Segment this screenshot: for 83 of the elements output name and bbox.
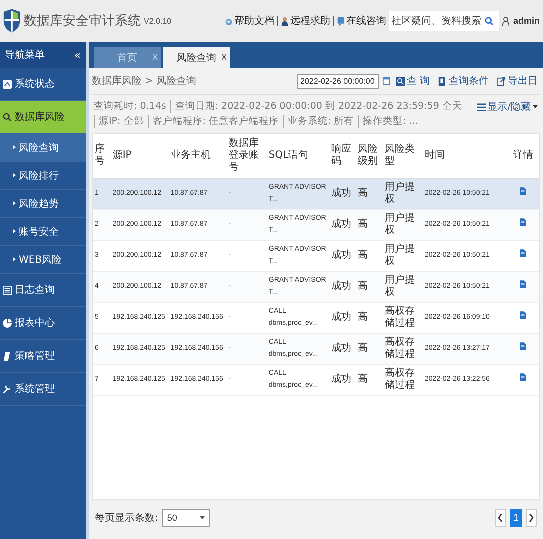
date-field[interactable]: 2022-02-26 00:00:00 bbox=[296, 74, 379, 88]
filter-summary: 查询耗时: 0.14s bbox=[94, 100, 168, 113]
table-cell-text: 成功 bbox=[331, 188, 352, 200]
triangle-icon bbox=[13, 229, 16, 234]
table-cell-text: 高 bbox=[358, 343, 370, 355]
page-size-select[interactable]: 50 bbox=[162, 509, 210, 527]
filter-summary: 客户端程序: 任意客户端程序 bbox=[148, 115, 283, 128]
sidebar-title: 导航菜单 bbox=[5, 48, 45, 62]
table-cell-text: 成功 bbox=[331, 343, 352, 355]
chevron-left-icon bbox=[498, 514, 504, 522]
caret-icon bbox=[200, 516, 206, 520]
table-cell-text: 高权存储过程 bbox=[384, 306, 416, 330]
triangle-icon bbox=[13, 145, 16, 150]
user-icon bbox=[502, 16, 510, 26]
list-icon bbox=[3, 286, 12, 294]
search-icon bbox=[396, 76, 405, 86]
filter-summary: 操作类型: ... bbox=[358, 115, 423, 128]
table-cell-text: 高 bbox=[358, 281, 370, 293]
table-cell-text: 成功 bbox=[331, 250, 352, 262]
column-toggle-button[interactable]: 显示/隐藏 bbox=[476, 100, 538, 114]
username[interactable]: admin bbox=[513, 16, 540, 26]
column-header[interactable]: 详情 bbox=[510, 150, 537, 162]
search-icon bbox=[3, 112, 12, 122]
table-cell-text: 用户提权 bbox=[384, 275, 416, 299]
next-page-button[interactable] bbox=[526, 509, 537, 527]
table-cell-text: 成功 bbox=[331, 312, 352, 324]
search-icon[interactable] bbox=[485, 16, 494, 26]
submenu-item[interactable]: 风险查询 bbox=[0, 134, 86, 162]
header-link[interactable]: 帮助文档 bbox=[225, 14, 274, 28]
table-cell-text: 高权存储过程 bbox=[384, 368, 416, 392]
page-size-label: 每页显示条数: bbox=[95, 512, 158, 525]
tab[interactable]: 风险查询 X bbox=[163, 47, 230, 68]
collapse-toggle[interactable]: « bbox=[74, 48, 81, 62]
search-field[interactable]: 社区疑问、资料搜索 bbox=[389, 11, 500, 31]
person-icon bbox=[281, 16, 290, 26]
column-header[interactable]: 数据库登录账号 bbox=[228, 138, 265, 174]
column-header[interactable]: 源IP bbox=[112, 150, 167, 162]
page-button[interactable]: 1 bbox=[510, 509, 522, 527]
column-header[interactable]: 风险类型 bbox=[384, 144, 421, 168]
toolbar-button[interactable]: 查询条件 bbox=[436, 74, 491, 88]
table-cell-text: 用户提权 bbox=[384, 182, 416, 206]
table-cell-text: 高权存储过程 bbox=[384, 337, 416, 361]
column-header[interactable]: 时间 bbox=[424, 150, 506, 162]
column-header[interactable]: 业务主机 bbox=[170, 150, 225, 162]
calendar-icon[interactable] bbox=[382, 76, 390, 86]
table-cell-text: 高 bbox=[358, 312, 370, 324]
column-header[interactable]: SQL语句 bbox=[268, 150, 328, 162]
export-icon bbox=[497, 76, 506, 86]
previous-page-button[interactable] bbox=[495, 509, 506, 527]
close-icon[interactable]: X bbox=[222, 53, 227, 62]
caret-icon bbox=[533, 105, 538, 109]
header-link[interactable]: 远程求助 bbox=[281, 14, 330, 28]
wrench-icon bbox=[3, 384, 12, 394]
table-cell-text: 成功 bbox=[331, 374, 352, 386]
column-header[interactable]: 序号 bbox=[95, 144, 109, 168]
table-cell-text: 高 bbox=[358, 250, 370, 262]
column-header[interactable]: 响应码 bbox=[331, 144, 354, 168]
shield-logo-icon bbox=[3, 8, 21, 34]
header-link[interactable]: 在线咨询 bbox=[337, 14, 386, 28]
filter-summary: 查询日期: 2022-02-26 00:00:00 到 2022-02-26 23:59:59 全天 bbox=[170, 100, 466, 113]
table-cell-text: 高 bbox=[358, 188, 370, 200]
breadcrumb: 数据库风险 > 风险查询 bbox=[92, 74, 197, 88]
table-cell-text: 成功 bbox=[331, 281, 352, 293]
version-label: V2.0.10 bbox=[144, 16, 172, 26]
triangle-icon bbox=[13, 173, 16, 178]
toolbar-button[interactable]: 导出日 bbox=[495, 74, 540, 88]
chat-icon bbox=[337, 16, 346, 26]
app-title: 数据库安全审计系统 bbox=[24, 13, 141, 30]
table-cell-text: 高 bbox=[358, 374, 370, 386]
triangle-icon bbox=[13, 201, 16, 206]
toolbar-button[interactable]: 查 询 bbox=[394, 74, 432, 88]
triangle-icon bbox=[13, 257, 16, 262]
chevron-right-icon bbox=[529, 514, 534, 522]
menu-icon bbox=[476, 102, 486, 112]
filter-summary: 源IP: 全部 bbox=[94, 115, 148, 128]
pie-chart-icon bbox=[3, 318, 12, 328]
column-header[interactable]: 风险级别 bbox=[358, 144, 381, 168]
table-cell-text: 用户提权 bbox=[384, 244, 416, 268]
table-cell-text: 成功 bbox=[331, 219, 352, 231]
filter-summary: 业务系统: 所有 bbox=[283, 115, 358, 128]
menu-item[interactable]: 数据库风险 bbox=[0, 101, 86, 134]
table-cell-text: 高 bbox=[358, 219, 370, 231]
table-cell-text: 用户提权 bbox=[384, 213, 416, 237]
